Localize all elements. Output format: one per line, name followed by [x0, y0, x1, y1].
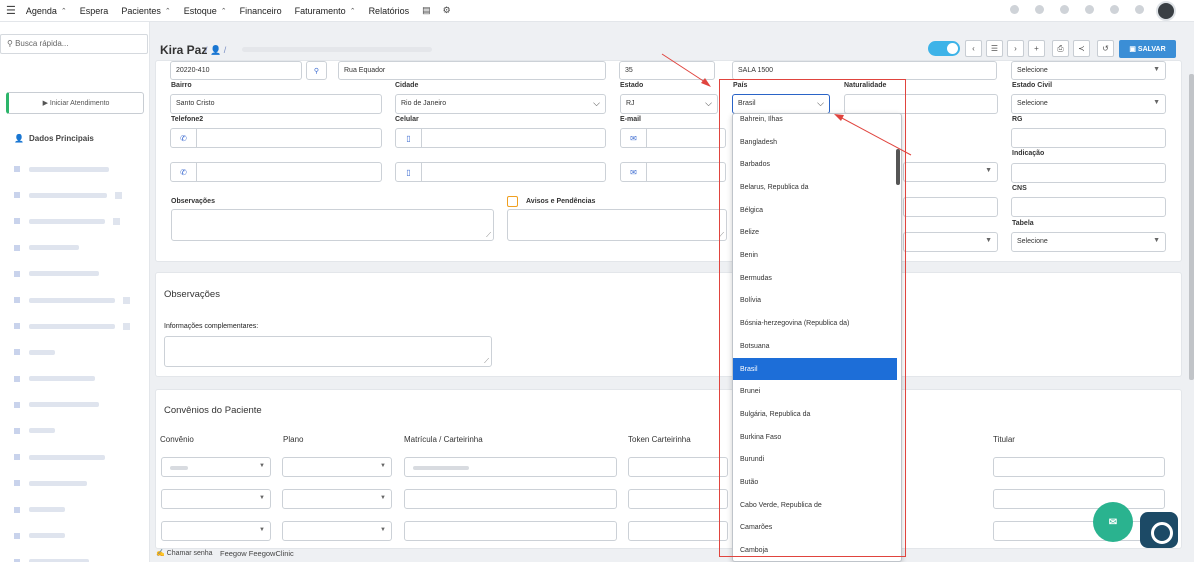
support-fab-icon[interactable] — [1140, 512, 1178, 548]
call-password-button[interactable]: ✍ Chamar senha — [156, 549, 213, 557]
page-scrollbar[interactable] — [1189, 74, 1194, 380]
annotation-arrow-line — [661, 53, 709, 85]
chat-fab-icon[interactable]: ✉ — [1093, 502, 1133, 542]
annotation-arrow-line — [839, 116, 912, 156]
annotation-arrowhead — [834, 114, 844, 121]
annotation-arrows — [661, 53, 912, 156]
annotation-arrowhead — [701, 78, 711, 87]
footer-brand: Feegow FeegowClinic — [220, 549, 294, 558]
